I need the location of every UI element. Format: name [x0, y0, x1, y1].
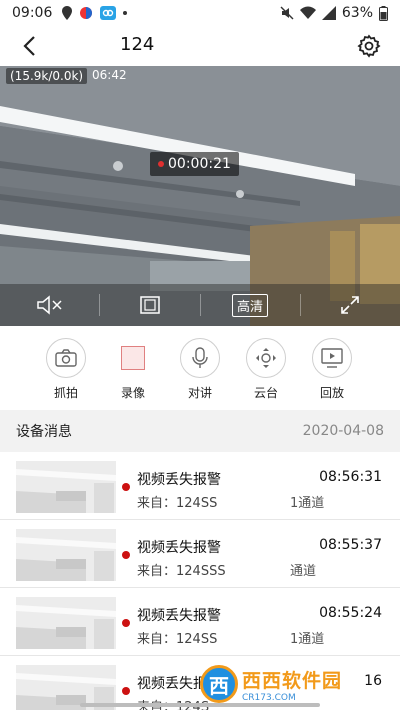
ptz-button[interactable]: 云台 — [234, 338, 298, 401]
snapshot-circle — [46, 338, 86, 378]
ptz-icon — [256, 348, 276, 368]
playback-icon — [321, 348, 343, 368]
watermark-text: 西西软件园 CR173.COM — [242, 666, 342, 703]
event-source: 来自：124SS — [137, 496, 218, 511]
fullscreen-icon — [341, 296, 359, 314]
battery-icon — [379, 5, 388, 21]
site-watermark: 西 西西软件园 CR173.COM — [200, 662, 396, 706]
watermark-name: 西西软件园 — [242, 669, 343, 692]
event-title: 视频丢失报警 — [137, 540, 221, 556]
fullscreen-button[interactable] — [330, 284, 370, 326]
event-time: 08:55:24 — [319, 605, 382, 621]
microphone-icon — [192, 347, 208, 368]
recording-timer-text: 00:00:21 — [168, 156, 231, 172]
control-divider — [99, 294, 100, 316]
back-button[interactable] — [16, 33, 42, 59]
messages-date[interactable]: 2020-04-08 — [303, 423, 384, 439]
status-bar: 09:06 63% — [0, 0, 400, 26]
ptz-circle — [246, 338, 286, 378]
event-channel: 1通道 — [290, 632, 325, 647]
mute-icon — [280, 6, 294, 20]
snapshot-label: 抓拍 — [53, 386, 78, 400]
live-video-view[interactable]: (15.9k/0.0k) 06:42 00:00:21 高清 — [0, 66, 400, 326]
control-divider — [200, 294, 201, 316]
app-icon — [80, 7, 93, 19]
status-right: 63% — [280, 5, 388, 21]
home-indicator[interactable] — [80, 703, 320, 707]
talk-label: 对讲 — [187, 386, 212, 400]
wifi-icon — [299, 6, 316, 19]
video-timestamp: 06:42 — [92, 68, 127, 82]
mute-button[interactable] — [30, 284, 70, 326]
messages-header: 设备消息 2020-04-08 — [0, 410, 400, 452]
ptz-label: 云台 — [253, 386, 278, 400]
control-divider — [300, 294, 301, 316]
watermark-logo: 西 — [200, 665, 238, 703]
signal-icon — [321, 6, 336, 20]
playback-label: 回放 — [319, 386, 344, 400]
location-icon — [62, 6, 73, 20]
alarm-dot — [122, 619, 130, 627]
event-time: 08:55:37 — [319, 537, 382, 553]
event-title: 视频丢失报警 — [137, 472, 221, 488]
window-icon — [140, 296, 160, 314]
window-mode-button[interactable] — [130, 284, 170, 326]
event-time: 08:56:31 — [319, 469, 382, 485]
event-channel: 1通道 — [290, 496, 325, 511]
list-item[interactable]: 视频丢失报警 08:55:24 来自：124SS 1通道 — [0, 588, 400, 656]
back-icon — [23, 36, 35, 56]
list-item[interactable]: 视频丢失报警 08:56:31 来自：124SS 1通道 — [0, 452, 400, 520]
page-title: 124 — [120, 34, 155, 55]
event-title: 视频丢失报警 — [137, 608, 221, 624]
quality-label: 高清 — [231, 293, 268, 317]
watermark-url: CR173.COM — [242, 692, 296, 703]
bitrate-readout: (15.9k/0.0k) — [6, 68, 88, 84]
battery-percent: 63% — [341, 5, 373, 21]
talk-circle — [180, 338, 220, 378]
playback-circle — [312, 338, 352, 378]
record-button[interactable]: 录像 — [101, 338, 165, 401]
quality-button[interactable]: 高清 — [228, 284, 272, 326]
record-icon — [121, 346, 145, 370]
video-control-bar: 高清 — [0, 284, 400, 326]
list-item[interactable]: 视频丢失报警 08:55:37 来自：124SSS 通道 — [0, 520, 400, 588]
playback-button[interactable]: 回放 — [300, 338, 364, 401]
alarm-dot — [122, 687, 130, 695]
app-header: 124 — [0, 26, 400, 66]
snapshot-button[interactable]: 抓拍 — [34, 338, 98, 401]
action-bar: 抓拍 录像 对讲 云台 回放 — [0, 338, 400, 400]
notification-dot — [123, 11, 128, 15]
event-channel: 通道 — [290, 564, 317, 579]
cloud-icon — [100, 6, 117, 20]
recording-timer: 00:00:21 — [150, 152, 239, 176]
talk-button[interactable]: 对讲 — [168, 338, 232, 401]
event-source: 来自：124SS — [137, 632, 218, 647]
record-label: 录像 — [120, 386, 145, 400]
event-thumbnail[interactable] — [16, 597, 116, 649]
settings-button[interactable] — [356, 33, 382, 59]
status-left-icons — [62, 6, 128, 20]
speaker-mute-icon — [37, 295, 62, 315]
alarm-dot — [122, 483, 130, 491]
alarm-dot — [122, 551, 130, 559]
event-thumbnail[interactable] — [16, 461, 116, 513]
event-source: 来自：124SSS — [137, 564, 226, 579]
status-time: 09:06 — [12, 5, 53, 21]
camera-icon — [55, 349, 77, 367]
gear-icon — [357, 34, 381, 58]
event-thumbnail[interactable] — [16, 529, 116, 581]
messages-title: 设备消息 — [16, 424, 72, 440]
recording-dot — [158, 161, 164, 167]
